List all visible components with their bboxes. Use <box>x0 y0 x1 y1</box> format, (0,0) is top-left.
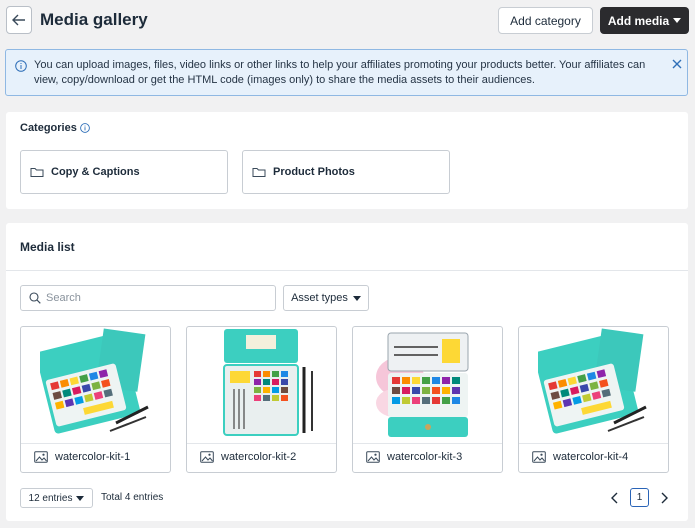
media-tile[interactable]: watercolor-kit-2 <box>186 326 337 473</box>
divider <box>21 443 170 444</box>
folder-icon <box>252 168 266 177</box>
watercolor-kit-image <box>39 327 152 439</box>
search-input[interactable] <box>46 292 256 304</box>
page-button-current[interactable]: 1 <box>630 488 649 507</box>
page-title: Media gallery <box>40 10 148 29</box>
caret-down-icon <box>352 295 361 301</box>
media-name: watercolor-kit-2 <box>221 451 297 463</box>
image-icon <box>34 451 48 463</box>
close-icon[interactable] <box>670 57 684 71</box>
categories-card: Categories Copy & Captions Product Photo… <box>6 112 688 209</box>
category-label: Product Photos <box>273 166 355 178</box>
image-icon <box>532 451 546 463</box>
chevron-right-icon[interactable] <box>658 491 670 505</box>
add-media-button[interactable]: Add media <box>600 7 689 34</box>
media-tile[interactable]: watercolor-kit-4 <box>518 326 669 473</box>
chevron-left-icon[interactable] <box>609 491 621 505</box>
media-caption: watercolor-kit-4 <box>532 451 628 463</box>
info-text: You can upload images, files, video link… <box>34 59 646 86</box>
add-media-label: Add media <box>607 13 670 28</box>
arrow-left-icon <box>12 14 25 26</box>
category-label: Copy & Captions <box>51 166 140 178</box>
watercolor-kit-image <box>537 327 650 439</box>
media-caption: watercolor-kit-1 <box>34 451 130 463</box>
info-icon <box>15 60 27 72</box>
media-thumbnail <box>21 327 170 442</box>
entries-per-page-select[interactable]: 12 entries <box>20 488 93 508</box>
divider <box>353 443 502 444</box>
image-icon <box>200 451 214 463</box>
page-header: Media gallery Add category Add media <box>0 0 695 42</box>
media-thumbnail <box>519 327 668 442</box>
asset-types-dropdown[interactable]: Asset types <box>283 285 369 311</box>
category-tile-copy-captions[interactable]: Copy & Captions <box>20 150 228 194</box>
media-thumbnail <box>353 327 502 442</box>
search-box[interactable] <box>20 285 276 311</box>
media-tile[interactable]: watercolor-kit-1 <box>20 326 171 473</box>
media-name: watercolor-kit-3 <box>387 451 463 463</box>
category-tile-product-photos[interactable]: Product Photos <box>242 150 450 194</box>
entries-label: 12 entries <box>28 492 73 504</box>
media-list-card: Media list Asset types <box>6 223 688 521</box>
divider <box>519 443 668 444</box>
media-caption: watercolor-kit-3 <box>366 451 462 463</box>
watercolor-kit-image <box>371 327 484 439</box>
media-caption: watercolor-kit-2 <box>200 451 296 463</box>
caret-down-icon <box>76 495 85 501</box>
divider <box>6 270 688 271</box>
media-list-title: Media list <box>20 240 75 254</box>
media-name: watercolor-kit-4 <box>553 451 629 463</box>
asset-types-label: Asset types <box>291 292 348 304</box>
media-name: watercolor-kit-1 <box>55 451 131 463</box>
total-entries: Total 4 entries <box>101 492 164 503</box>
image-icon <box>366 451 380 463</box>
info-icon[interactable] <box>80 123 90 133</box>
media-thumbnail <box>187 327 336 442</box>
add-category-button[interactable]: Add category <box>498 7 593 34</box>
search-icon <box>29 292 41 304</box>
info-banner: You can upload images, files, video link… <box>5 49 688 96</box>
categories-title: Categories <box>20 122 77 134</box>
media-tile[interactable]: watercolor-kit-3 <box>352 326 503 473</box>
watercolor-kit-image <box>205 327 318 439</box>
folder-icon <box>30 168 44 177</box>
caret-down-icon <box>673 18 682 23</box>
back-button[interactable] <box>6 6 32 34</box>
divider <box>187 443 336 444</box>
